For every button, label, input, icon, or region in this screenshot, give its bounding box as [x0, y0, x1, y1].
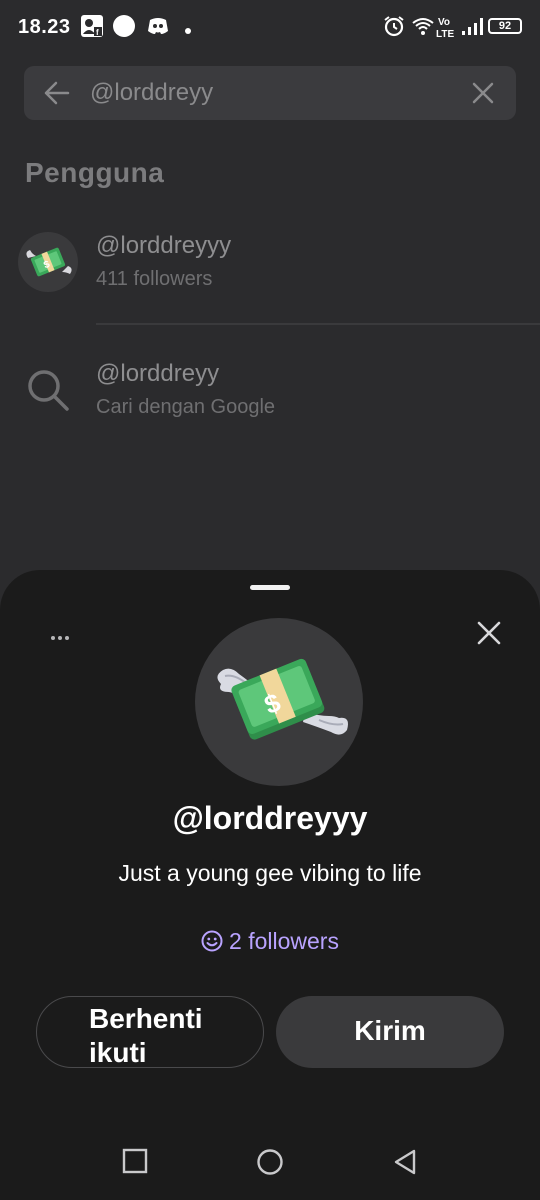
followers-count: 2 followers — [229, 928, 339, 954]
search-input[interactable] — [90, 66, 450, 120]
result-subtitle: Cari dengan Google — [96, 396, 276, 418]
svg-text:Vo: Vo — [438, 17, 450, 28]
contact-card-icon: f — [80, 14, 104, 43]
system-navbar — [0, 1120, 540, 1200]
followers-link[interactable]: 2 followers — [0, 928, 540, 958]
status-time: 18.23 — [18, 16, 71, 38]
status-bar: 18.23 f Vo LTE 92 — [0, 0, 540, 56]
money-with-wings-avatar: $ — [18, 232, 78, 292]
google-search-row[interactable]: @lorddreyy Cari dengan Google — [0, 360, 540, 450]
search-bar[interactable] — [24, 66, 516, 120]
unfollow-button[interactable]: Berhenti ikuti — [36, 996, 264, 1068]
close-icon[interactable] — [476, 620, 502, 646]
divider — [96, 323, 540, 325]
recents-square-icon[interactable] — [122, 1148, 148, 1179]
profile-bio: Just a young gee vibing to life — [118, 860, 422, 886]
section-title: Pengguna — [25, 157, 165, 188]
circle-icon — [112, 14, 136, 43]
more-horizontal-icon[interactable] — [48, 630, 72, 646]
profile-bottom-sheet: $ @lorddreyyy Just a young gee vibing to… — [0, 570, 540, 1200]
send-label: Kirim — [354, 1015, 426, 1046]
alarm-icon — [382, 14, 406, 43]
svg-text:LTE: LTE — [436, 29, 454, 39]
arrow-left-icon[interactable] — [42, 80, 70, 111]
dot-icon — [184, 22, 192, 40]
profile-username: @lorddreyyy — [172, 800, 368, 836]
smile-icon — [201, 930, 223, 958]
discord-icon — [146, 14, 170, 43]
svg-text:f: f — [96, 28, 99, 37]
unfollow-label: Berhenti ikuti — [89, 1003, 203, 1068]
money-with-wings-icon: $ — [195, 618, 363, 786]
user-result-row[interactable]: $ @lorddreyyy 411 followers — [0, 232, 540, 322]
result-title: @lorddreyy — [96, 360, 220, 387]
back-triangle-icon[interactable] — [392, 1148, 418, 1181]
wifi-icon — [411, 14, 435, 43]
result-title: @lorddreyyy — [96, 232, 232, 259]
battery-icon: 92 — [488, 18, 522, 34]
close-icon[interactable] — [472, 82, 494, 109]
home-circle-icon[interactable] — [256, 1148, 284, 1181]
volte-icon: Vo LTE — [436, 15, 458, 44]
result-subtitle: 411 followers — [96, 268, 213, 290]
signal-icon — [460, 14, 484, 43]
send-button[interactable]: Kirim — [276, 996, 504, 1068]
sheet-grabber[interactable] — [250, 585, 290, 590]
search-icon — [26, 368, 70, 417]
